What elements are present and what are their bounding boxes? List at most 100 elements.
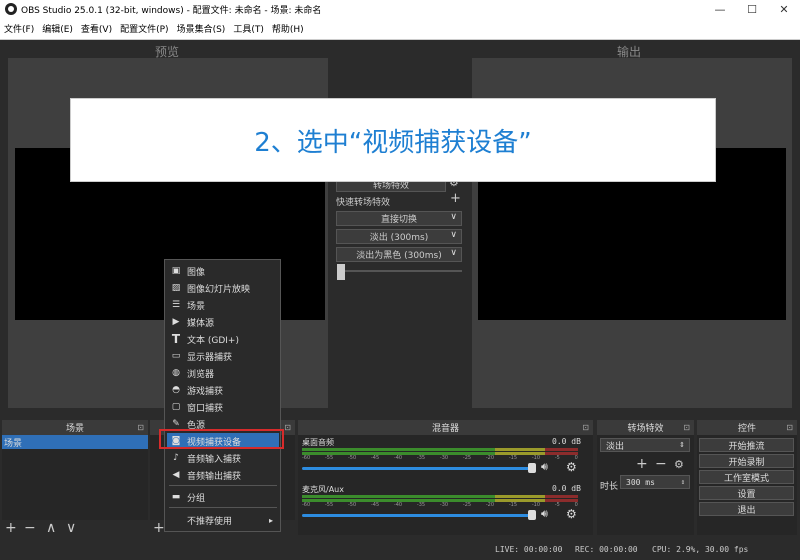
studio-mode-button[interactable]: 工作室模式 xyxy=(699,470,794,484)
menu-item-game-capture[interactable]: ◓ 游戏捕获 xyxy=(167,382,279,398)
tbar-handle[interactable] xyxy=(337,264,345,280)
controls-dock-header: 控件 ⊡ xyxy=(697,420,797,435)
chevron-right-icon: ▸ xyxy=(268,515,273,525)
volume-slider-knob[interactable] xyxy=(528,510,536,520)
speaker-icon: ◀ xyxy=(172,470,180,480)
menu-item-media-source[interactable]: ▶ 媒体源 xyxy=(167,314,279,330)
scene-item[interactable]: 场景 xyxy=(2,435,148,449)
image-icon: ▣ xyxy=(171,266,181,276)
transitions-dock-header: 转场特效 ⊡ xyxy=(597,420,694,435)
gear-icon[interactable]: ⚙ xyxy=(566,507,577,521)
channel-name: 桌面音频 xyxy=(302,438,334,447)
remove-transition-icon[interactable]: − xyxy=(655,456,667,472)
play-icon: ▶ xyxy=(172,317,180,327)
scenes-title: 场景 xyxy=(65,424,84,434)
window-icon: ▢ xyxy=(171,402,181,412)
channel-db: 0.0 dB xyxy=(552,484,581,493)
gear-icon[interactable]: ⚙ xyxy=(674,458,684,471)
quick-transition-fade-black[interactable]: 淡出为黑色 (300ms) ∨ xyxy=(336,247,462,262)
menu-divider xyxy=(169,507,277,508)
exit-button[interactable]: 退出 xyxy=(699,502,794,516)
meter-scale: -60 -55 -50 -45 -40 -35 -30 -25 -20 -15 -10 -5 0 xyxy=(302,455,578,461)
cpu-status: CPU: 2.9%, 30.00 fps xyxy=(652,545,749,554)
add-scene-icon[interactable]: + xyxy=(5,520,17,536)
quick-transitions-label: 快速转场特效 xyxy=(336,198,391,208)
spinner-icon: ⇕ xyxy=(680,478,685,486)
maximize-button[interactable]: ☐ xyxy=(736,0,768,18)
menu-item-image[interactable]: ▣ 图像 xyxy=(167,263,279,279)
transitions-title: 转场特效 xyxy=(627,424,664,434)
menu-edit[interactable]: 编辑(E) xyxy=(38,22,77,35)
channel-db: 0.0 dB xyxy=(552,437,581,446)
menu-item-browser[interactable]: ◍ 浏览器 xyxy=(167,365,279,381)
mixer-title: 混音器 xyxy=(431,424,459,434)
volume-slider-knob[interactable] xyxy=(528,463,536,473)
channel-name: 麦克风/Aux xyxy=(302,485,344,494)
gear-icon[interactable]: ⚙ xyxy=(566,460,577,474)
menu-help[interactable]: 帮助(H) xyxy=(268,22,308,35)
minimize-button[interactable]: — xyxy=(704,0,736,18)
float-icon[interactable]: ⊡ xyxy=(137,423,144,432)
text-icon: T xyxy=(171,332,181,346)
menu-item-group[interactable]: ▬ 分组 xyxy=(167,489,279,505)
add-quick-transition-icon[interactable]: + xyxy=(450,191,461,206)
menu-item-window-capture[interactable]: ▢ 窗口捕获 xyxy=(167,399,279,415)
menu-profile[interactable]: 配置文件(P) xyxy=(116,22,172,35)
status-bar: LIVE: 00:00:00 REC: 00:00:00 CPU: 2.9%, … xyxy=(0,540,800,560)
start-streaming-button[interactable]: 开始推流 xyxy=(699,438,794,452)
duration-input[interactable]: 300 ms ⇕ xyxy=(620,475,690,489)
menu-view[interactable]: 查看(V) xyxy=(77,22,116,35)
float-icon[interactable]: ⊡ xyxy=(582,423,589,432)
quick-transition-cut[interactable]: 直接切换 ∨ xyxy=(336,211,462,226)
rec-status: REC: 00:00:00 xyxy=(575,545,638,554)
slideshow-icon: ▨ xyxy=(171,283,181,293)
tbar-track xyxy=(340,270,462,272)
menu-item-deprecated[interactable]: 不推荐使用 ▸ xyxy=(167,512,279,528)
float-icon[interactable]: ⊡ xyxy=(683,423,690,432)
menu-divider xyxy=(169,485,277,486)
mic-icon: ♪ xyxy=(173,453,179,463)
menu-scene-collection[interactable]: 场景集合(S) xyxy=(173,22,230,35)
mixer-dock-header: 混音器 ⊡ xyxy=(298,420,593,435)
instruction-text: 2、选中“视频捕获设备” xyxy=(254,127,532,158)
add-source-menu: ▣ 图像 ▨ 图像幻灯片放映 ☰ 场景 ▶ 媒体源 T 文本 (GDI+) ▭ 显示器捕获 … xyxy=(164,259,281,532)
chevron-down-icon: ∨ xyxy=(450,230,457,240)
scene-item-label: 场景 xyxy=(4,438,23,449)
menu-item-scene[interactable]: ☰ 场景 xyxy=(167,297,279,313)
scenes-dock-header: 场景 ⊡ xyxy=(2,420,148,435)
instruction-banner: 2、选中“视频捕获设备” xyxy=(70,98,716,182)
menu-item-text[interactable]: T 文本 (GDI+) xyxy=(167,331,279,347)
menu-tools[interactable]: 工具(T) xyxy=(229,22,268,35)
speaker-icon[interactable]: 🔊︎ xyxy=(541,507,548,521)
window-title: OBS Studio 25.0.1 (32-bit, windows) - 配置… xyxy=(21,5,322,16)
highlight-box xyxy=(159,429,284,449)
float-icon[interactable]: ⊡ xyxy=(284,423,291,432)
move-down-icon[interactable]: ∨ xyxy=(66,520,76,536)
speaker-icon[interactable]: 🔊︎ xyxy=(541,460,548,474)
add-transition-icon[interactable]: + xyxy=(636,456,648,472)
volume-slider[interactable] xyxy=(302,467,532,470)
transition-select[interactable]: 淡出 ⇕ xyxy=(600,438,690,452)
list-icon: ☰ xyxy=(171,300,181,310)
menu-item-audio-input[interactable]: ♪ 音频输入捕获 xyxy=(167,450,279,466)
remove-scene-icon[interactable]: − xyxy=(24,520,36,536)
title-bar: OBS Studio 25.0.1 (32-bit, windows) - 配置… xyxy=(0,0,800,18)
controls-title: 控件 xyxy=(737,424,756,434)
quick-transition-fade[interactable]: 淡出 (300ms) ∨ xyxy=(336,229,462,244)
spinner-icon: ⇕ xyxy=(679,441,685,449)
gamepad-icon: ◓ xyxy=(172,385,180,395)
volume-slider[interactable] xyxy=(302,514,532,517)
duration-label: 时长 xyxy=(600,482,619,492)
float-icon[interactable]: ⊡ xyxy=(786,423,793,432)
obs-logo-icon xyxy=(5,3,17,15)
start-recording-button[interactable]: 开始录制 xyxy=(699,454,794,468)
menu-item-slideshow[interactable]: ▨ 图像幻灯片放映 xyxy=(167,280,279,296)
move-up-icon[interactable]: ∧ xyxy=(46,520,56,536)
menu-item-audio-output[interactable]: ◀ 音频输出捕获 xyxy=(167,467,279,483)
menu-item-display-capture[interactable]: ▭ 显示器捕获 xyxy=(167,348,279,364)
settings-button[interactable]: 设置 xyxy=(699,486,794,500)
menu-file[interactable]: 文件(F) xyxy=(0,22,38,35)
menu-bar: 文件(F) 编辑(E) 查看(V) 配置文件(P) 场景集合(S) 工具(T) … xyxy=(0,18,800,40)
add-source-icon[interactable]: + xyxy=(153,520,165,536)
close-button[interactable]: ✕ xyxy=(768,0,800,18)
